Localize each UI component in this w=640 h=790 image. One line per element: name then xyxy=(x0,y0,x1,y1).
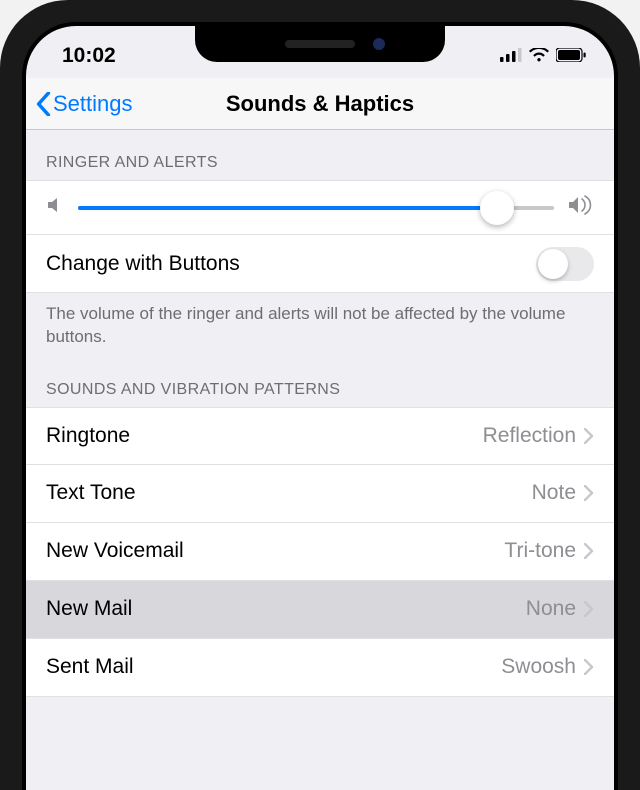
sound-row-value: Tri-tone xyxy=(504,539,576,563)
speaker-low-icon xyxy=(46,196,64,219)
sound-row-value: Note xyxy=(532,481,576,505)
sound-row-new-voicemail[interactable]: New Voicemail Tri-tone xyxy=(26,523,614,581)
speaker-high-icon xyxy=(568,195,594,220)
sound-row-value: None xyxy=(526,597,576,621)
change-with-buttons-label: Change with Buttons xyxy=(46,252,240,276)
chevron-left-icon xyxy=(36,92,51,116)
sound-row-text-tone[interactable]: Text Tone Note xyxy=(26,465,614,523)
sound-row-value: Reflection xyxy=(483,424,576,448)
notch xyxy=(195,26,445,62)
chevron-right-icon xyxy=(584,601,594,617)
chevron-right-icon xyxy=(584,428,594,444)
sound-row-label: New Mail xyxy=(46,597,132,621)
cellular-icon xyxy=(500,44,522,68)
sound-row-ringtone[interactable]: Ringtone Reflection xyxy=(26,407,614,465)
patterns-list: Ringtone Reflection Text Tone Note New Voice… xyxy=(26,407,614,697)
sound-row-value: Swoosh xyxy=(501,655,576,679)
sound-row-sent-mail[interactable]: Sent Mail Swoosh xyxy=(26,639,614,697)
sound-row-label: New Voicemail xyxy=(46,539,184,563)
nav-bar: Settings Sounds & Haptics xyxy=(26,78,614,130)
toggle-knob xyxy=(538,249,568,279)
slider-fill xyxy=(78,206,497,210)
status-time: 10:02 xyxy=(62,44,116,68)
screen: 10:02 Settings xyxy=(26,26,614,790)
change-with-buttons-toggle[interactable] xyxy=(536,247,594,281)
section-header-ringer: RINGER AND ALERTS xyxy=(26,130,614,180)
sound-row-label: Text Tone xyxy=(46,481,136,505)
back-button[interactable]: Settings xyxy=(26,91,133,117)
sound-row-label: Sent Mail xyxy=(46,655,134,679)
section-footer-ringer: The volume of the ringer and alerts will… xyxy=(26,293,614,357)
ringer-volume-cell xyxy=(26,180,614,235)
ringer-volume-slider[interactable] xyxy=(78,206,554,210)
chevron-right-icon xyxy=(584,485,594,501)
sound-row-new-mail[interactable]: New Mail None xyxy=(26,581,614,639)
chevron-right-icon xyxy=(584,659,594,675)
wifi-icon xyxy=(529,44,549,68)
slider-thumb[interactable] xyxy=(480,191,514,225)
back-label: Settings xyxy=(53,91,133,117)
sound-row-label: Ringtone xyxy=(46,424,130,448)
change-with-buttons-cell[interactable]: Change with Buttons xyxy=(26,235,614,293)
section-header-patterns: SOUNDS AND VIBRATION PATTERNS xyxy=(26,357,614,407)
chevron-right-icon xyxy=(584,543,594,559)
battery-icon xyxy=(556,44,586,68)
